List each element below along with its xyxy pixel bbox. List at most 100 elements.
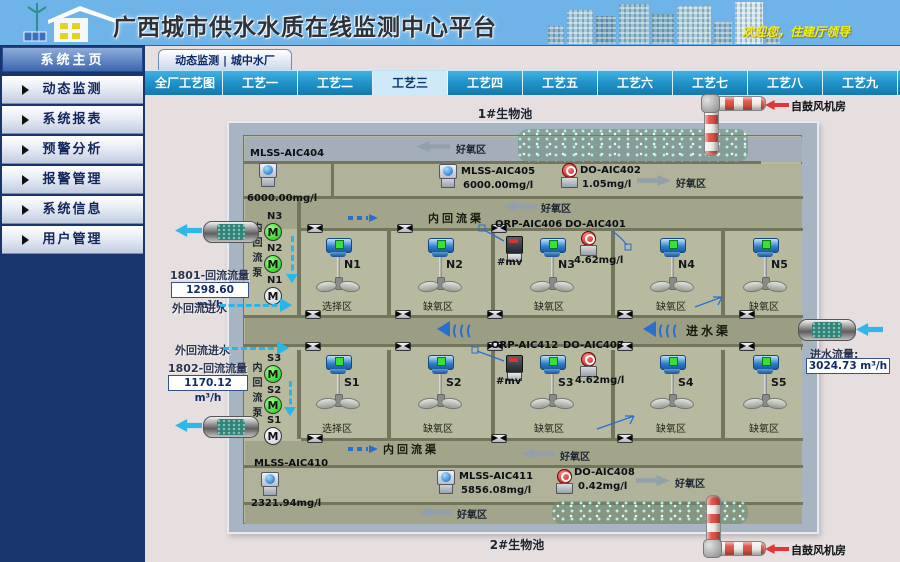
do-sensor-icon[interactable] — [560, 163, 578, 188]
mlss-sensor-icon[interactable] — [260, 472, 280, 496]
tab-process-1[interactable]: 工艺一 — [223, 71, 298, 95]
header-banner: 广西城市供水水质在线监测中心平台 欢迎您，住建厅领导 — [0, 0, 900, 46]
zone-label: 缺氧区 — [423, 298, 453, 313]
do-sensor-icon[interactable] — [579, 352, 597, 377]
tab-process-6[interactable]: 工艺六 — [598, 71, 673, 95]
zone-label: 缺氧区 — [534, 420, 564, 435]
tab-process-7[interactable]: 工艺七 — [673, 71, 748, 95]
menu-arrow-icon — [22, 205, 29, 215]
zone-label: 选择区 — [322, 298, 352, 313]
valve-icon — [617, 434, 633, 443]
pool-wall — [301, 438, 803, 441]
flow-arrow-icon — [175, 419, 202, 432]
internal-pump-label: 内回流泵 — [248, 362, 263, 432]
mlss-sensor-icon[interactable] — [436, 470, 456, 494]
sensor-value: 6000.00mg/l — [463, 180, 533, 191]
valve-icon — [397, 224, 413, 233]
breadcrumb[interactable]: 动态监测 | 城中水厂 — [158, 49, 292, 70]
mixer-name: S2 — [446, 376, 462, 389]
menu-arrow-icon — [22, 115, 29, 125]
tab-process-2[interactable]: 工艺二 — [298, 71, 373, 95]
do-sensor-icon[interactable] — [555, 469, 573, 494]
zone-label: 缺氧区 — [749, 298, 779, 313]
sensor-value: #mv — [496, 376, 521, 387]
tab-process-5[interactable]: 工艺五 — [523, 71, 598, 95]
flow-arrow-icon — [765, 544, 789, 554]
sidebar-item-warning-analysis[interactable]: 预警分析 — [2, 136, 143, 164]
tab-process-3[interactable]: 工艺三 — [373, 71, 448, 95]
welcome-message: 欢迎您，住建厅领导 — [742, 23, 850, 40]
valve-icon — [395, 310, 411, 319]
zone-label-aerobic: 好氧区 — [676, 175, 706, 190]
mixer-name: N1 — [344, 258, 361, 271]
valve-icon — [487, 310, 503, 319]
valve-icon — [739, 342, 755, 351]
pump-motor-icon[interactable]: M — [264, 223, 282, 241]
pool-wall — [387, 231, 391, 315]
valve-icon — [307, 224, 323, 233]
tab-process-8[interactable]: 工艺八 — [748, 71, 823, 95]
reflux-flow-value: 1170.12 m³/h — [168, 375, 248, 391]
house-windmill-logo — [22, 2, 120, 43]
zone-label: 缺氧区 — [656, 420, 686, 435]
sidebar-item-label: 系统报表 — [42, 112, 102, 127]
pump-label: S1 — [267, 415, 281, 426]
sidebar-home-button[interactable]: 系统主页 — [2, 47, 143, 72]
inlet-channel-label: 进水渠 — [686, 322, 731, 339]
tab-plant-overview[interactable]: 全厂工艺图 — [148, 71, 223, 95]
valve-icon — [395, 342, 411, 351]
zone-label: 缺氧区 — [534, 298, 564, 313]
flow-arrow-icon — [220, 304, 286, 307]
inlet-pipe — [798, 319, 856, 341]
mixer-name: S3 — [558, 376, 574, 389]
valve-icon — [307, 434, 323, 443]
pipe-elbow — [701, 94, 720, 113]
do-sensor-icon[interactable] — [579, 231, 597, 256]
sensor-tag: ORP-AIC406 — [495, 219, 562, 230]
mixer-name: N5 — [771, 258, 788, 271]
sidebar-item-label: 用户管理 — [42, 232, 102, 247]
reflux-flow-value: 1298.60 m³/h — [171, 282, 249, 298]
external-reflux-label: 外回流进水 — [172, 300, 227, 316]
pool-wall — [387, 350, 391, 439]
zone-label-aerobic: 好氧区 — [457, 506, 487, 521]
flow-arrow-icon — [348, 214, 378, 222]
pool-wall — [491, 231, 495, 315]
sidebar-item-alarm-management[interactable]: 报警管理 — [2, 166, 143, 194]
flow-arrow-icon — [437, 321, 483, 337]
pool-wall — [244, 315, 803, 318]
app-window: 广西城市供水水质在线监测中心平台 欢迎您，住建厅领导 系统主页 动态监测 系统报… — [0, 0, 900, 562]
mixer-name: N2 — [446, 258, 463, 271]
sensor-tag: ORP-AIC412 — [491, 340, 558, 351]
pool-wall — [491, 350, 495, 439]
zone-label-aerobic: 好氧区 — [456, 141, 486, 156]
menu-arrow-icon — [22, 175, 29, 185]
sidebar-item-user-management[interactable]: 用户管理 — [2, 226, 143, 254]
flow-arrow-icon — [291, 236, 294, 280]
pool1-title: 1#生物池 — [430, 105, 580, 122]
pump-motor-icon[interactable]: M — [264, 255, 282, 273]
menu-arrow-icon — [22, 145, 29, 155]
mixer-name: S4 — [678, 376, 694, 389]
sidebar-item-system-reports[interactable]: 系统报表 — [2, 106, 143, 134]
zone-label: 缺氧区 — [749, 420, 779, 435]
tab-process-4[interactable]: 工艺四 — [448, 71, 523, 95]
mlss-sensor-icon[interactable] — [258, 163, 278, 187]
flow-arrow-icon — [348, 445, 378, 453]
mixer-name: N4 — [678, 258, 695, 271]
sidebar-item-system-info[interactable]: 系统信息 — [2, 196, 143, 224]
flow-arrow-icon — [643, 321, 689, 337]
mixer-name: S5 — [771, 376, 787, 389]
reflux-flow-label: 1802-回流流量 — [168, 360, 247, 376]
mlss-sensor-icon[interactable] — [438, 164, 458, 188]
sidebar: 系统主页 动态监测 系统报表 预警分析 报警管理 系统信息 用户管理 — [0, 45, 145, 562]
flow-arrow-icon — [856, 323, 883, 336]
pump-motor-icon[interactable]: M — [264, 427, 282, 445]
sidebar-item-dynamic-monitoring[interactable]: 动态监测 — [2, 76, 143, 104]
pump-motor-icon[interactable]: M — [264, 365, 282, 383]
sensor-value: 2321.94mg/l — [251, 498, 321, 509]
pump-motor-icon[interactable]: M — [264, 396, 282, 414]
sidebar-item-label: 动态监测 — [42, 82, 102, 97]
zone-label: 选择区 — [322, 420, 352, 435]
tab-process-9[interactable]: 工艺九 — [823, 71, 898, 95]
